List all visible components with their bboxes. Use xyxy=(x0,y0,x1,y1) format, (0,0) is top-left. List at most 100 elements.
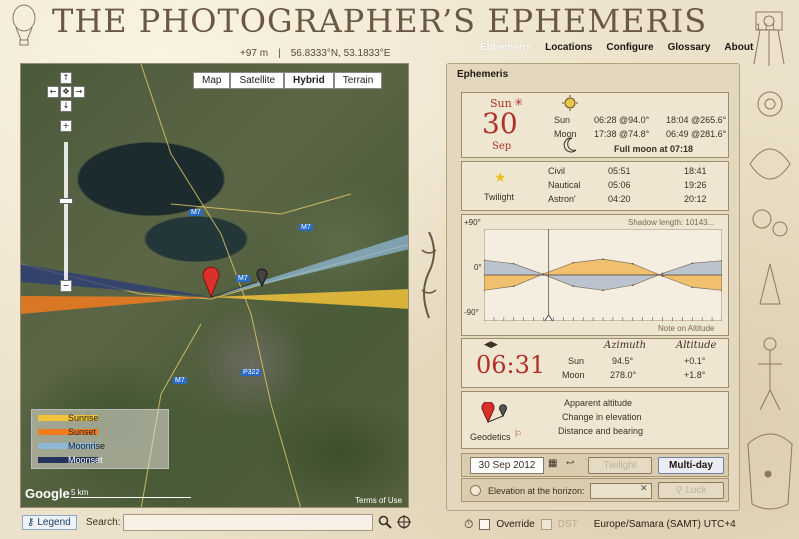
map-type-terrain[interactable]: Terrain xyxy=(333,72,383,89)
scroll-ornament xyxy=(421,231,437,319)
map-zoom-control: ↑ ← ✥ → ↓ + − xyxy=(35,72,85,292)
sunrise-ray xyxy=(211,289,408,309)
data-point-moon xyxy=(661,272,664,275)
altitude-note-link[interactable]: Note on Altitude xyxy=(658,324,714,333)
twilight-button[interactable]: Twilight xyxy=(588,457,652,474)
time-sun-label: Sun xyxy=(568,356,585,366)
azimuth-header: Azimuth xyxy=(604,340,647,351)
pan-left-icon[interactable]: ← xyxy=(47,86,59,98)
altitude-chart[interactable] xyxy=(484,229,722,321)
terms-link[interactable]: Terms of Use xyxy=(355,496,402,505)
ephemeris-panel: Ephemeris Sun ✳ 30 Sep Sun 06:28 @94.0° … xyxy=(446,63,740,511)
road-badge: P322 xyxy=(241,369,262,376)
dst-label: DST xyxy=(557,519,578,530)
legend-button[interactable]: ⚷ Legend xyxy=(22,515,77,530)
map-scale: 5 km xyxy=(71,488,191,498)
pan-center-icon[interactable]: ✥ xyxy=(60,86,72,98)
data-point-sun xyxy=(661,275,664,277)
horizon-controls: Elevation at the horizon: ✕ ⚲ Lock xyxy=(461,478,729,502)
map-type-satellite[interactable]: Satellite xyxy=(230,72,285,89)
locate-target-icon[interactable] xyxy=(397,515,411,529)
search-icon[interactable] xyxy=(378,515,392,529)
nav-configure[interactable]: Configure xyxy=(606,42,653,53)
twilight-civil-pm: 18:41 xyxy=(684,166,707,176)
data-point-sun xyxy=(572,261,575,264)
multiday-button[interactable]: Multi-day xyxy=(658,457,724,474)
panel-title: Ephemeris xyxy=(457,69,509,80)
tick-label-mid: 0° xyxy=(474,263,482,272)
pan-up-icon[interactable]: ↑ xyxy=(60,72,72,84)
sun-rise: 06:28 @94.0° xyxy=(594,115,650,125)
twilight-civil-label: Civil xyxy=(548,166,565,176)
app-title: THE PHOTOGRAPHER’S EPHEMERIS xyxy=(52,2,708,40)
twilight-label: Twilight xyxy=(484,192,515,202)
reset-date-icon[interactable]: ↩ xyxy=(566,458,574,469)
footer-bar: ⏱ Override DST Europe/Samara (SAMT) UTC+… xyxy=(464,517,736,532)
search-label: Search: xyxy=(86,517,121,528)
geodetics-toggle-icon[interactable]: ⚐ xyxy=(514,430,522,440)
lock-button-label: Lock xyxy=(685,485,707,496)
time-card: ◀▶ 06:31 Azimuth Altitude Sun 94.5° +0.1… xyxy=(461,338,729,388)
map-type-switcher: Map Satellite Hybrid Terrain xyxy=(193,72,383,89)
sun-azimuth: 94.5° xyxy=(612,356,634,366)
twilight-nautical-am: 05:06 xyxy=(608,180,631,190)
twilight-card: ★ Twilight Civil 05:51 18:41 Nautical 05… xyxy=(461,161,729,211)
geodetics-apparent-altitude: Apparent altitude xyxy=(564,398,633,408)
nav-glossary[interactable]: Glossary xyxy=(668,42,711,53)
data-point-sun xyxy=(602,258,604,260)
twilight-astro-label: Astron' xyxy=(548,194,576,204)
engraving-decoration xyxy=(747,11,793,510)
geodetics-label: Geodetics xyxy=(470,432,511,442)
dst-checkbox[interactable] xyxy=(540,519,552,530)
date-input[interactable]: 30 Sep 2012 xyxy=(470,457,544,474)
legend-sunset: Sunset xyxy=(38,426,138,438)
road-badge: M7 xyxy=(173,377,187,384)
road-badge: M7 xyxy=(189,209,203,216)
nav-locations[interactable]: Locations xyxy=(545,42,592,53)
pan-right-icon[interactable]: → xyxy=(73,86,85,98)
coord-separator: | xyxy=(278,48,281,59)
map-type-hybrid[interactable]: Hybrid xyxy=(284,72,334,89)
clear-icon[interactable]: ✕ xyxy=(640,484,648,494)
twilight-civil-am: 05:51 xyxy=(608,166,631,176)
date-controls: 30 Sep 2012 ▦ ↩ Twilight Multi-day xyxy=(461,453,729,477)
sunset-ray xyxy=(21,296,211,314)
map-type-map[interactable]: Map xyxy=(193,72,231,89)
zoom-out-icon[interactable]: − xyxy=(60,280,72,292)
search-input[interactable] xyxy=(123,514,373,531)
sun-label: Sun xyxy=(554,115,571,125)
zoom-slider-thumb[interactable] xyxy=(59,198,73,204)
tick-label-bottom: -90° xyxy=(464,308,479,317)
horizon-radio[interactable] xyxy=(470,485,481,496)
shadow-length: Shadow length: 10143... xyxy=(628,218,715,227)
nav-ephemeris[interactable]: Ephemeris xyxy=(480,42,531,53)
data-point-sun xyxy=(512,285,515,288)
lock-button[interactable]: ⚲ Lock xyxy=(658,482,724,499)
moon-set: 06:49 @281.6° xyxy=(666,129,727,139)
pan-down-icon[interactable]: ↓ xyxy=(60,100,72,112)
map-view[interactable]: M7 M7 M7 M7 P322 Map Satellite Hybrid Te… xyxy=(20,63,409,508)
calendar-icon[interactable]: ▦ xyxy=(548,458,557,469)
zoom-slider-track[interactable] xyxy=(64,142,68,282)
override-checkbox[interactable] xyxy=(479,519,491,530)
road-badge: M7 xyxy=(236,275,250,282)
twilight-nautical-pm: 19:26 xyxy=(684,180,707,190)
twilight-astro-pm: 20:12 xyxy=(684,194,707,204)
data-point-moon xyxy=(512,262,515,265)
sun-set: 18:04 @265.6° xyxy=(666,115,727,125)
current-time[interactable]: 06:31 xyxy=(476,351,545,379)
moon-rise: 17:38 @74.8° xyxy=(594,129,650,139)
moon-icon xyxy=(563,137,577,153)
override-label: Override xyxy=(496,519,535,530)
zoom-in-icon[interactable]: + xyxy=(60,120,72,132)
sun-icon xyxy=(562,95,578,111)
legend-moonrise: Moonrise xyxy=(38,440,138,452)
geodetics-card: Geodetics ⚐ Apparent altitude Change in … xyxy=(461,391,729,449)
step-back-icon[interactable]: ◀▶ xyxy=(484,340,498,350)
location-pin-icon xyxy=(202,266,220,299)
altitude-chart-card: Shadow length: 10143... +90° 0° -90° Not… xyxy=(461,214,729,336)
coordinate-bar: +97 m | 56.8333°N, 53.1833°E xyxy=(240,48,390,59)
stopwatch-icon[interactable]: ⏱ xyxy=(464,517,473,532)
data-point-moon xyxy=(542,273,545,276)
lock-icon: ⚲ xyxy=(675,485,686,496)
